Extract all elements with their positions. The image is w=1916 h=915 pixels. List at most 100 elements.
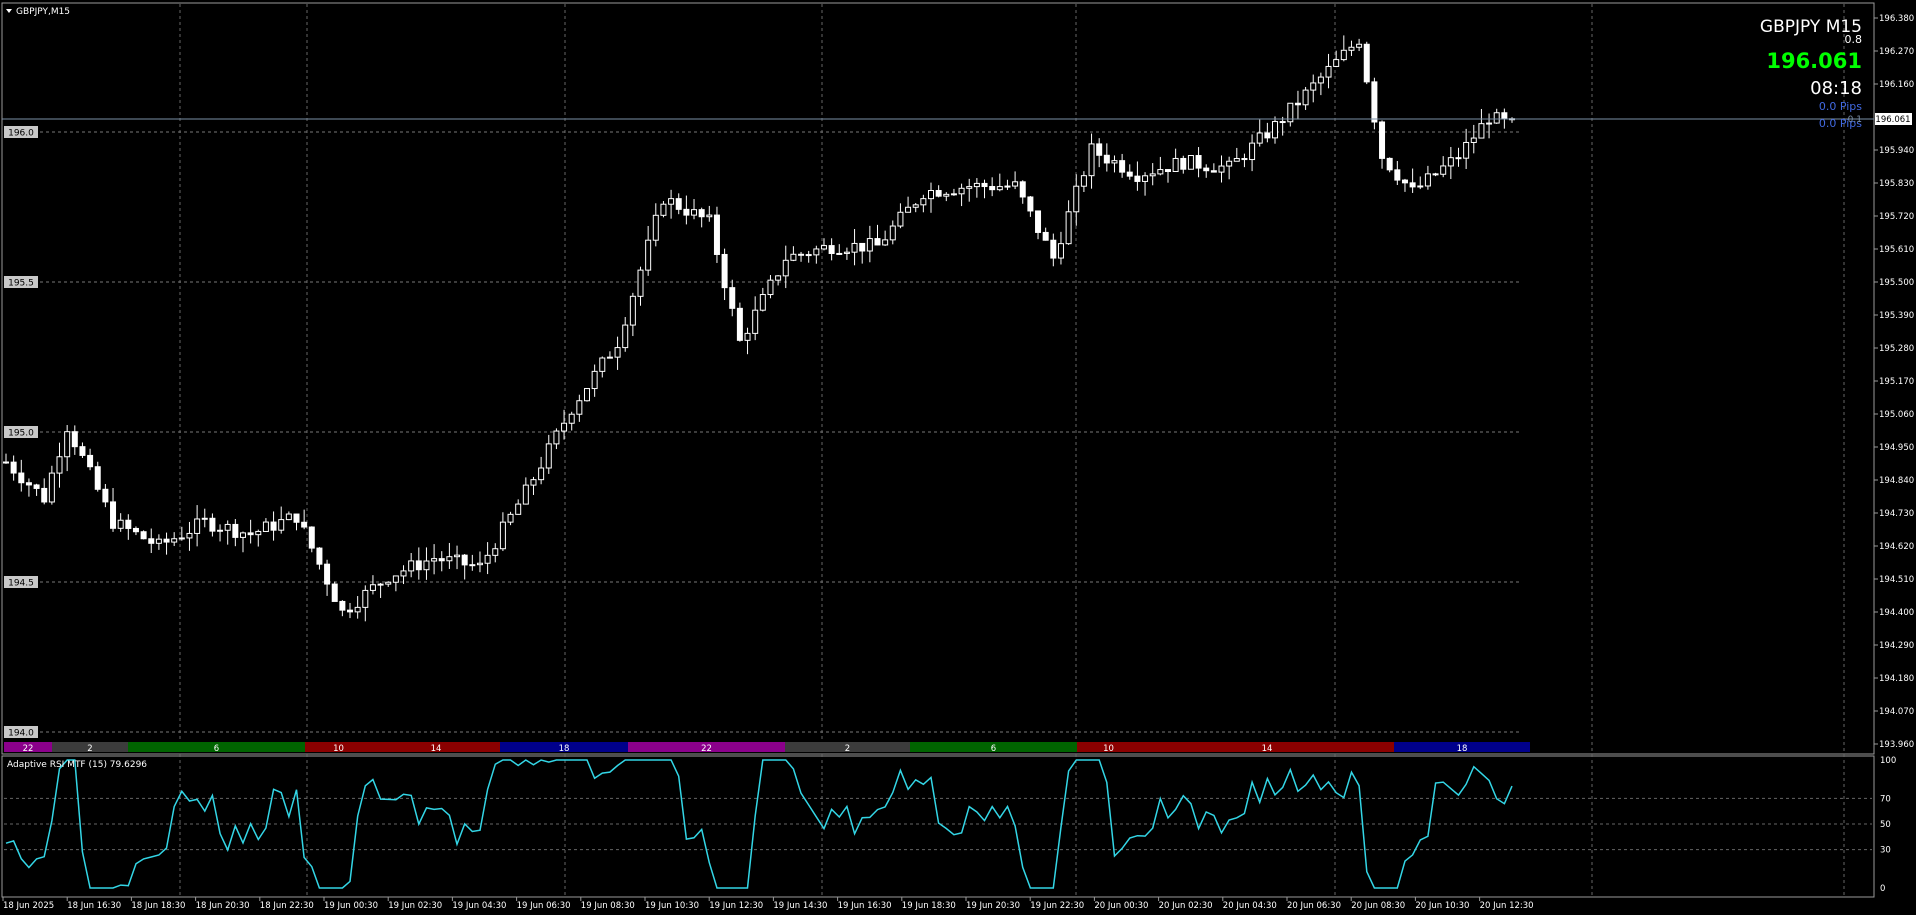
candle-body <box>1249 142 1256 161</box>
candle-body <box>48 472 55 503</box>
candle-body <box>759 294 766 311</box>
session-label: 18 <box>559 744 570 754</box>
candle-body <box>132 527 139 533</box>
price-grid <box>179 4 1845 897</box>
time-axis-label: 20 Jun 00:30 <box>1094 901 1148 911</box>
rsi-axis-label: 100 <box>1880 756 1896 766</box>
candle-body <box>790 253 797 261</box>
candle-body <box>1294 102 1301 106</box>
time-axis-label: 19 Jun 10:30 <box>645 901 699 911</box>
candle-body <box>1310 82 1317 91</box>
candle-body <box>882 239 889 246</box>
price-axis-label: 193.960 <box>1879 740 1914 750</box>
candle-body <box>591 370 598 390</box>
session-label: 6 <box>991 744 996 754</box>
candle-body <box>1103 154 1110 164</box>
session-label: 2 <box>87 744 92 754</box>
candle-body <box>1149 173 1156 177</box>
candle-body <box>385 581 392 585</box>
candle-body <box>1417 185 1424 188</box>
candle-body <box>629 295 636 326</box>
candle-body <box>1371 81 1378 123</box>
candle-body <box>324 563 331 585</box>
candle-body <box>148 538 155 544</box>
candle-body <box>140 531 147 540</box>
candle-body <box>950 193 957 196</box>
candle-body <box>645 239 652 271</box>
candle-body <box>683 208 690 216</box>
candle-body <box>507 513 514 523</box>
candle-body <box>1424 173 1431 187</box>
price-axis-label: 194.950 <box>1879 443 1914 453</box>
triangle-down-icon[interactable] <box>6 9 12 13</box>
price-axis-label: 195.170 <box>1879 377 1914 387</box>
candle-body <box>94 466 101 490</box>
candle-body <box>1073 185 1080 213</box>
candle-body <box>1187 155 1194 170</box>
candle-body <box>660 203 667 216</box>
candle-body <box>431 558 438 562</box>
candle-body <box>1226 160 1233 167</box>
price-axis-label: 195.280 <box>1879 344 1914 354</box>
candle-body <box>1050 239 1057 259</box>
candle-body <box>1027 196 1034 212</box>
session-label: 22 <box>23 744 34 754</box>
price-axis-label: 195.610 <box>1879 245 1914 255</box>
symbol-tab[interactable]: GBPJPY,M15 <box>6 7 70 17</box>
candle-body <box>1019 181 1026 198</box>
time-axis-label: 20 Jun 10:30 <box>1415 901 1469 911</box>
candle-body <box>79 446 86 456</box>
candle-body <box>71 431 78 448</box>
candle-body <box>499 521 506 550</box>
candle-body <box>41 487 48 503</box>
candle-body <box>614 347 621 358</box>
candle-body <box>209 517 216 532</box>
candle-body <box>828 245 835 254</box>
time-axis-label: 18 Jun 2025 <box>3 901 54 911</box>
candle-body <box>1272 121 1279 139</box>
candle-body <box>1142 175 1149 182</box>
candle-body <box>958 187 965 195</box>
candle-body <box>415 560 422 571</box>
candle-body <box>1004 185 1011 188</box>
price-axis-label: 196.270 <box>1879 47 1914 57</box>
time-axis-label: 20 Jun 12:30 <box>1480 901 1534 911</box>
candle-body <box>973 182 980 188</box>
price-axis-label: 194.290 <box>1879 641 1914 651</box>
candle-body <box>1463 141 1470 159</box>
candle-body <box>110 501 117 529</box>
price-axis-label: 194.400 <box>1879 608 1914 618</box>
candle-body <box>713 214 720 255</box>
price-axis-label: 195.060 <box>1879 410 1914 420</box>
candle-body <box>117 519 124 529</box>
price-axis-label: 194.070 <box>1879 707 1914 717</box>
candle-body <box>981 182 988 188</box>
info-panel: GBPJPY M15 0.8 196.061 08:18 0.0 Pips 0.… <box>1760 17 1862 130</box>
time-axis-label: 19 Jun 02:30 <box>388 901 442 911</box>
time-axis-label: 19 Jun 12:30 <box>709 901 763 911</box>
candle-body <box>1447 157 1454 167</box>
candle-body <box>316 547 323 565</box>
candle-body <box>232 523 239 538</box>
candlestick-series <box>3 35 1515 622</box>
candle-body <box>1096 143 1103 156</box>
round-number-levels: 196.0 195.5 195.0 194.5 194.0 <box>4 126 1522 739</box>
candle-body <box>1241 158 1248 161</box>
candle-body <box>637 269 644 297</box>
time-axis-label: 19 Jun 04:30 <box>452 901 506 911</box>
price-axis-label: 194.620 <box>1879 542 1914 552</box>
trading-chart[interactable]: 196.0195.5195.0194.5194.0 22 2 6 10 14 18 22 2 6… <box>0 0 1916 915</box>
candle-body <box>270 521 277 531</box>
candle-body <box>194 518 201 534</box>
session-label: 18 <box>1457 744 1468 754</box>
symbol-tab-label: GBPJPY,M15 <box>16 7 70 17</box>
level-label: 195.5 <box>8 279 34 289</box>
candle-body <box>1478 123 1485 139</box>
candle-body <box>247 532 254 536</box>
candle-body <box>698 209 705 218</box>
candle-body <box>1264 132 1271 139</box>
candle-body <box>354 606 361 613</box>
candle-body <box>706 214 713 218</box>
candle-body <box>469 564 476 567</box>
candle-body <box>1195 155 1202 169</box>
